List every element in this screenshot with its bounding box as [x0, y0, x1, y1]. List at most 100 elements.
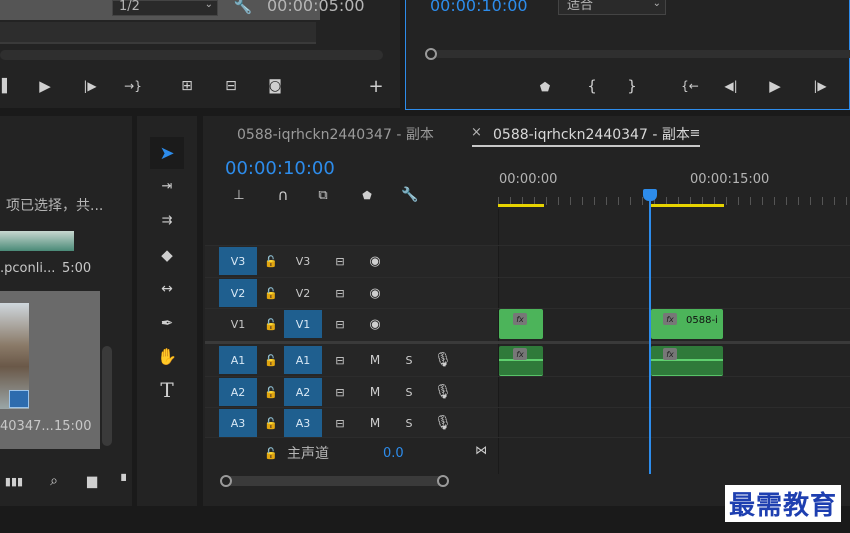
- sync-lock-icon[interactable]: ⊟: [332, 286, 348, 300]
- fx-badge: fx: [663, 348, 677, 360]
- pen-tool-icon[interactable]: ✒: [153, 311, 181, 335]
- timeline-zoom-scrollbar[interactable]: [222, 476, 448, 486]
- sync-lock-icon[interactable]: ⊟: [332, 317, 348, 331]
- source-patch-v2[interactable]: V2: [219, 279, 257, 307]
- track-target-a2[interactable]: A2: [284, 378, 322, 406]
- linked-selection-icon[interactable]: ⧉: [312, 186, 334, 204]
- source-patch-a2[interactable]: A2: [219, 378, 257, 406]
- step-back-icon[interactable]: ◀|: [720, 76, 742, 96]
- timeline-settings-wrench-icon[interactable]: 🔧: [399, 186, 421, 204]
- fit-value: 适合: [567, 0, 594, 13]
- folder-icon[interactable]: ▆: [82, 472, 102, 490]
- track-select-tool-icon[interactable]: ⇥: [153, 174, 181, 198]
- overwrite-icon[interactable]: ⊟: [219, 76, 243, 96]
- fx-badge: fx: [663, 313, 677, 325]
- lock-icon[interactable]: 🔓: [264, 445, 278, 461]
- fit-select[interactable]: 适合 ⌄: [558, 0, 666, 15]
- lock-icon[interactable]: 🔓: [264, 384, 278, 400]
- new-item-icon[interactable]: ▘: [120, 472, 132, 490]
- eye-icon[interactable]: ◉: [366, 286, 384, 301]
- play-icon[interactable]: ▶: [35, 76, 55, 96]
- playhead-line[interactable]: [649, 199, 651, 474]
- go-to-out-icon[interactable]: →}: [122, 76, 144, 96]
- program-scrubber-handle[interactable]: [425, 48, 437, 60]
- tab-sequence-1[interactable]: 0588-iqrhckn2440347 - 副本: [237, 124, 434, 144]
- track-target-a1[interactable]: A1: [284, 346, 322, 374]
- audio-clip-2[interactable]: fx: [651, 346, 723, 376]
- tab-close-icon[interactable]: ×: [471, 125, 482, 140]
- lock-icon[interactable]: 🔓: [264, 415, 278, 431]
- zoom-handle-right[interactable]: [437, 475, 449, 487]
- eye-icon[interactable]: ◉: [366, 317, 384, 332]
- sync-lock-icon[interactable]: ⊟: [332, 353, 348, 367]
- track-target-v1[interactable]: V1: [284, 310, 322, 338]
- snap-magnet-icon[interactable]: ∩: [272, 186, 294, 204]
- mark-in-icon[interactable]: {: [584, 76, 600, 96]
- source-patch-a3[interactable]: A3: [219, 409, 257, 437]
- master-volume-value[interactable]: 0.0: [383, 446, 404, 461]
- video-clip-2[interactable]: fx 0588-i: [651, 309, 723, 339]
- solo-button[interactable]: S: [401, 415, 417, 431]
- hand-tool-icon[interactable]: ✋: [153, 344, 181, 368]
- marker-icon[interactable]: ⬟: [536, 78, 554, 96]
- razor-tool-icon[interactable]: ◆: [153, 243, 181, 267]
- sync-lock-icon[interactable]: ⊟: [332, 254, 348, 268]
- microphone-icon[interactable]: 🎙: [434, 350, 452, 370]
- play-icon[interactable]: ▶: [764, 76, 786, 96]
- watermark-logo: 最需教育: [725, 485, 842, 522]
- audio-clip-1[interactable]: fx: [499, 346, 543, 376]
- program-scrubber-track[interactable]: [426, 50, 850, 58]
- camera-icon[interactable]: ◙: [264, 76, 286, 96]
- resolution-select[interactable]: 1/2 ⌄: [112, 0, 218, 16]
- sync-lock-icon[interactable]: ⊟: [332, 416, 348, 430]
- list-view-icon[interactable]: ▮▮▮: [0, 472, 28, 490]
- selection-tool-icon[interactable]: ➤: [150, 137, 184, 169]
- wrench-icon[interactable]: 🔧: [232, 0, 254, 16]
- add-marker-icon[interactable]: ⬟: [358, 186, 376, 204]
- tab-sequence-2[interactable]: 0588-iqrhckn2440347 - 副本: [493, 124, 690, 144]
- track-target-v3[interactable]: V3: [284, 247, 322, 275]
- ripple-edit-tool-icon[interactable]: ⇉: [153, 208, 181, 232]
- source-patch-a1[interactable]: A1: [219, 346, 257, 374]
- lock-icon[interactable]: 🔓: [264, 285, 278, 301]
- track-target-a3[interactable]: A3: [284, 409, 322, 437]
- sync-lock-icon[interactable]: ⊟: [332, 385, 348, 399]
- go-to-in-icon[interactable]: {←: [678, 76, 702, 96]
- sequence-badge-icon: [9, 390, 29, 408]
- solo-button[interactable]: S: [401, 384, 417, 400]
- lock-icon[interactable]: 🔓: [264, 253, 278, 269]
- zoom-handle-left[interactable]: [220, 475, 232, 487]
- insert-icon[interactable]: ⊞: [175, 76, 199, 96]
- panel-menu-icon[interactable]: ≡: [688, 125, 702, 141]
- solo-button[interactable]: S: [401, 352, 417, 368]
- thumbnail-1[interactable]: [0, 231, 74, 251]
- ruler-label-15s: 00:00:15:00: [690, 172, 770, 187]
- lock-icon[interactable]: 🔓: [264, 352, 278, 368]
- source-scrollbar[interactable]: [0, 50, 383, 60]
- bowtie-icon[interactable]: ⋈: [472, 442, 490, 458]
- mute-button[interactable]: M: [367, 415, 383, 431]
- type-tool-icon[interactable]: T: [153, 377, 181, 403]
- nest-icon[interactable]: ⊥: [228, 186, 250, 204]
- project-scrollbar[interactable]: [102, 346, 112, 446]
- mark-out-icon[interactable]: }: [624, 76, 640, 96]
- add-button-icon[interactable]: +: [366, 76, 386, 97]
- slip-tool-icon[interactable]: ↔: [153, 277, 181, 301]
- step-forward-icon[interactable]: |▶: [809, 76, 831, 96]
- source-patch-v3[interactable]: V3: [219, 247, 257, 275]
- search-icon[interactable]: ⌕: [44, 472, 64, 490]
- microphone-icon[interactable]: 🎙: [434, 413, 452, 433]
- eye-icon[interactable]: ◉: [366, 254, 384, 269]
- mute-button[interactable]: M: [367, 384, 383, 400]
- video-clip-1[interactable]: fx: [499, 309, 543, 339]
- fx-badge: fx: [513, 348, 527, 360]
- video-audio-divider: [205, 341, 850, 344]
- track-target-v2[interactable]: V2: [284, 279, 322, 307]
- ruler-label-start: 00:00:00: [499, 172, 558, 187]
- microphone-icon[interactable]: 🎙: [434, 382, 452, 402]
- lock-icon[interactable]: 🔓: [264, 316, 278, 332]
- step-back-icon[interactable]: ▌: [0, 76, 14, 96]
- source-patch-v1[interactable]: V1: [219, 310, 257, 338]
- mute-button[interactable]: M: [367, 352, 383, 368]
- step-forward-icon[interactable]: |▶: [80, 76, 100, 96]
